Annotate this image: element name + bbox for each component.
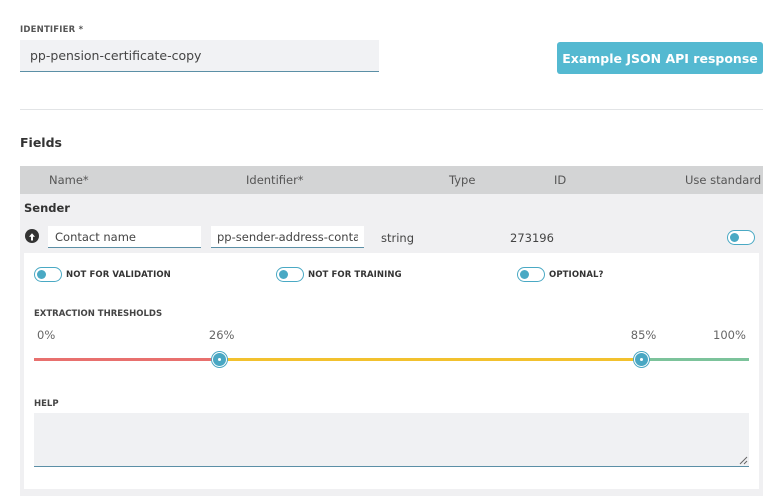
toggle-knob — [279, 269, 288, 279]
threshold-low-segment — [34, 358, 220, 361]
fields-table-header: Name* Identifier* Type ID Use standard — [20, 166, 763, 194]
threshold-low-label: 26% — [208, 328, 235, 342]
resize-grip-icon[interactable] — [738, 455, 748, 465]
header-name: Name* — [49, 173, 89, 187]
not-for-validation-toggle[interactable] — [34, 267, 62, 282]
not-for-training-toggle[interactable] — [276, 267, 304, 282]
threshold-mid-segment — [219, 358, 642, 361]
section-divider — [20, 109, 763, 110]
threshold-min-label: 0% — [37, 328, 56, 342]
use-standard-toggle[interactable] — [727, 230, 755, 245]
identifier-input[interactable] — [20, 40, 379, 72]
identifier-label: IDENTIFIER * — [20, 25, 84, 35]
threshold-high-label: 85% — [630, 328, 657, 342]
toggle-knob — [520, 269, 529, 279]
field-identifier-input[interactable] — [211, 226, 364, 248]
field-type: string — [381, 231, 415, 245]
group-title: Sender — [24, 201, 70, 215]
not-for-training-label: NOT FOR TRAINING — [308, 270, 402, 280]
toggle-knob — [730, 232, 739, 242]
header-identifier: Identifier* — [246, 173, 304, 187]
header-type: Type — [449, 173, 476, 187]
arrow-up-icon[interactable] — [25, 229, 39, 243]
threshold-max-label: 100% — [713, 328, 746, 342]
toggle-knob — [37, 269, 46, 279]
field-id: 273196 — [510, 231, 554, 245]
extraction-thresholds-title: EXTRACTION THRESHOLDS — [34, 309, 163, 319]
fields-title: Fields — [20, 135, 62, 150]
optional-label: OPTIONAL? — [549, 270, 604, 280]
header-id: ID — [554, 173, 567, 187]
field-name-input[interactable] — [48, 226, 201, 248]
not-for-validation-label: NOT FOR VALIDATION — [66, 270, 171, 280]
example-json-button[interactable]: Example JSON API response — [557, 42, 763, 74]
threshold-high-segment — [641, 358, 749, 361]
optional-toggle[interactable] — [517, 267, 545, 282]
help-textarea[interactable] — [34, 413, 749, 467]
header-use-standard: Use standard — [685, 173, 762, 187]
help-label: HELP — [34, 399, 59, 409]
